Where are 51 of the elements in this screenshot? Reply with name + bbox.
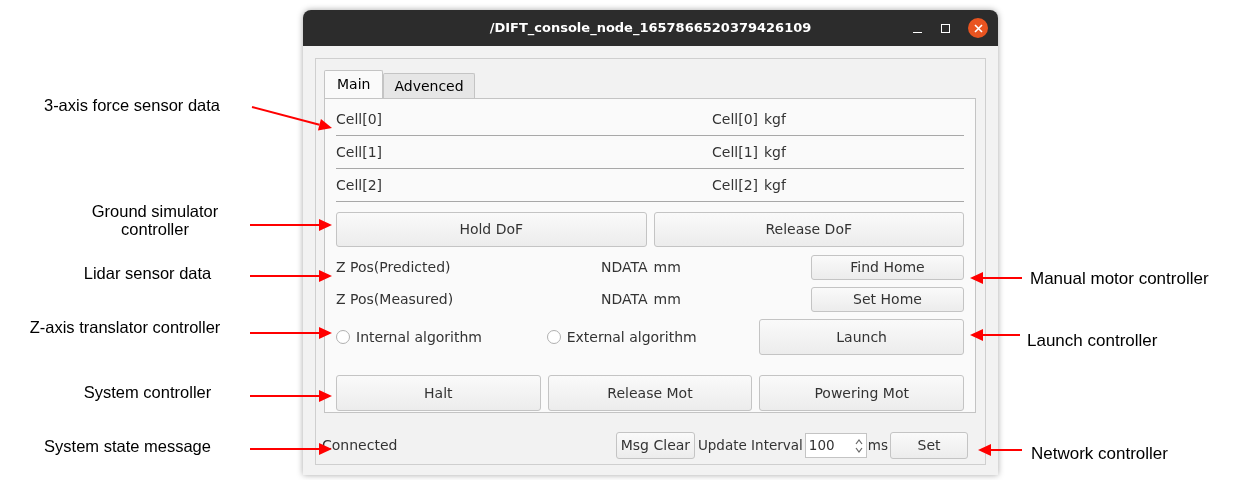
launch-button[interactable]: Launch xyxy=(759,319,964,355)
annotation-label: System state message xyxy=(43,437,212,455)
window-title: /DIFT_console_node_1657866520379426109 xyxy=(489,19,812,38)
motor-button[interactable]: Halt xyxy=(336,375,541,411)
motor-button[interactable]: Release Mot xyxy=(547,375,753,411)
annotation-label: Ground simulator controller xyxy=(90,202,220,238)
arrow xyxy=(970,329,1021,341)
sensor-label: Cell[1] xyxy=(336,142,383,162)
maximize-button[interactable] xyxy=(941,23,950,33)
unit-label: kgf xyxy=(764,175,786,195)
dof-button[interactable]: Release DoF xyxy=(653,212,964,247)
radio-button[interactable] xyxy=(546,330,561,344)
arrow xyxy=(970,272,1023,284)
sensor-value: Cell[2] xyxy=(712,175,758,195)
close-icon xyxy=(973,23,983,33)
unit-label: kgf xyxy=(764,142,786,162)
tab[interactable]: Main xyxy=(324,70,384,98)
unit-label: ms xyxy=(867,436,888,456)
annotation-label: 3-axis force sensor data xyxy=(42,96,222,114)
position-label: Z Pos(Measured) xyxy=(336,290,455,309)
unit-label: mm xyxy=(653,290,681,309)
radio-option[interactable]: External algorithm xyxy=(546,326,760,348)
tab[interactable]: Advenced xyxy=(383,73,475,98)
sensor-label: Cell[2] xyxy=(336,175,383,195)
spin-arrows-icon xyxy=(854,438,863,453)
arrow xyxy=(978,444,1023,456)
interval-spinbox[interactable]: 100 xyxy=(804,433,867,458)
position-value: NDATA xyxy=(601,258,648,277)
annotation-label: Launch controller xyxy=(1027,330,1158,352)
annotation-label: System controller xyxy=(82,383,213,401)
msg-clear-button[interactable]: Msg Clear xyxy=(615,432,695,459)
close-button[interactable] xyxy=(968,18,988,38)
unit-label: mm xyxy=(653,258,681,277)
sensor-label: Cell[0] xyxy=(336,109,383,129)
position-label: Z Pos(Predicted) xyxy=(336,258,452,277)
set-button[interactable]: Set xyxy=(890,432,968,459)
motor-button[interactable]: Powering Mot xyxy=(759,375,964,411)
radio-button[interactable] xyxy=(336,330,350,344)
annotation-label: Manual motor controller xyxy=(1030,268,1209,290)
interval-label: Update Interval xyxy=(697,436,803,456)
sensor-value: Cell[1] xyxy=(712,142,758,162)
annotation-label: Lidar sensor data xyxy=(82,264,213,282)
sensor-value: Cell[0] xyxy=(712,109,758,129)
home-button[interactable]: Find Home xyxy=(811,255,964,280)
position-value: NDATA xyxy=(601,290,648,309)
dof-button[interactable]: Hold DoF xyxy=(336,212,647,247)
unit-label: kgf xyxy=(764,109,786,129)
annotation-label: Network controller xyxy=(1031,443,1168,465)
annotation-label: Z-axis translator controller xyxy=(28,318,222,336)
home-button[interactable]: Set Home xyxy=(811,287,964,312)
radio-option[interactable]: Internal algorithm xyxy=(336,326,547,348)
